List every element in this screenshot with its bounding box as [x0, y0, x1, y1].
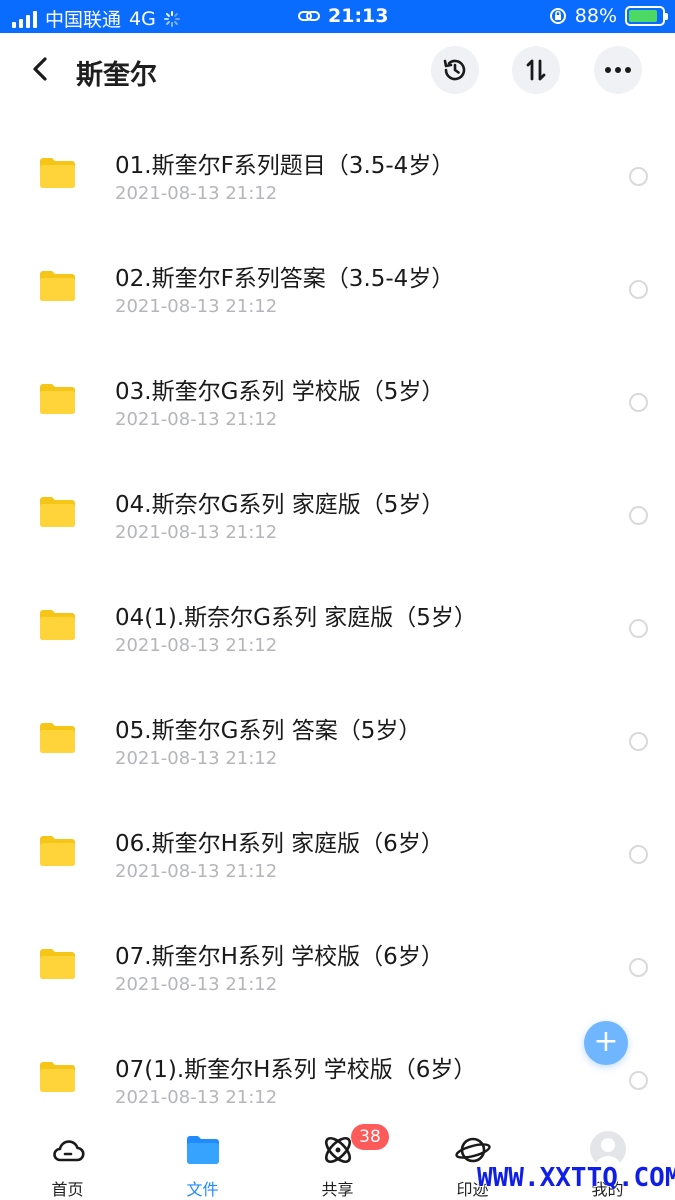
folder-icon	[40, 1062, 75, 1092]
select-radio[interactable]	[629, 1071, 648, 1090]
back-icon	[33, 57, 47, 81]
folder-icon	[40, 384, 75, 414]
rotation-lock-icon	[549, 8, 566, 24]
sort-icon	[526, 59, 546, 81]
file-name: 03.斯奎尔G系列 学校版（5岁）	[115, 379, 445, 405]
status-left: 中国联通 4G	[12, 5, 180, 32]
history-button[interactable]	[431, 46, 479, 94]
loading-icon	[163, 10, 180, 27]
more-icon	[605, 67, 631, 73]
add-fab-button[interactable]: +	[584, 1021, 628, 1065]
sort-button[interactable]	[512, 46, 560, 94]
file-item[interactable]: 01.斯奎尔F系列题目（3.5-4岁） 2021-08-13 21:12	[0, 108, 675, 221]
page-title: 斯奎尔	[76, 60, 157, 91]
link-icon	[298, 11, 320, 21]
file-date: 2021-08-13 21:12	[115, 522, 278, 543]
file-name: 02.斯奎尔F系列答案（3.5-4岁）	[115, 266, 455, 292]
file-item[interactable]: 02.斯奎尔F系列答案（3.5-4岁） 2021-08-13 21:12	[0, 221, 675, 334]
battery-percent: 88%	[574, 5, 617, 27]
file-name: 04(1).斯奈尔G系列 家庭版（5岁）	[115, 605, 477, 631]
select-radio[interactable]	[629, 845, 648, 864]
file-item[interactable]: 03.斯奎尔G系列 学校版（5岁） 2021-08-13 21:12	[0, 334, 675, 447]
select-radio[interactable]	[629, 732, 648, 751]
network-label: 4G	[129, 7, 156, 30]
file-name: 07(1).斯奎尔H系列 学校版（6岁）	[115, 1057, 477, 1083]
avatar-icon	[595, 1138, 621, 1167]
select-radio[interactable]	[629, 280, 648, 299]
file-item[interactable]: 04(1).斯奈尔G系列 家庭版（5岁） 2021-08-13 21:12	[0, 560, 675, 673]
file-date: 2021-08-13 21:12	[115, 974, 278, 995]
nav-label-files: 文件	[186, 1180, 219, 1199]
folder-icon	[40, 610, 75, 640]
folder-icon	[187, 1136, 219, 1164]
folder-icon	[40, 271, 75, 301]
folder-icon	[40, 949, 75, 979]
file-date: 2021-08-13 21:12	[115, 861, 278, 882]
battery-icon	[625, 6, 668, 26]
nav-label-home: 首页	[51, 1180, 84, 1199]
share-badge: 38	[351, 1124, 389, 1150]
watermark: WWW.XXTTQ.COM	[477, 1163, 675, 1193]
file-date: 2021-08-13 21:12	[115, 1087, 278, 1108]
file-name: 05.斯奎尔G系列 答案（5岁）	[115, 718, 422, 744]
select-radio[interactable]	[629, 506, 648, 525]
battery-fill	[629, 10, 658, 22]
history-icon	[443, 59, 466, 81]
file-item[interactable]: 06.斯奎尔H系列 家庭版（6岁） 2021-08-13 21:12	[0, 786, 675, 899]
select-radio[interactable]	[629, 393, 648, 412]
nav-item-home[interactable]: 首页	[0, 1120, 135, 1200]
status-center: 21:13	[298, 5, 388, 27]
file-name: 01.斯奎尔F系列题目（3.5-4岁）	[115, 153, 455, 179]
folder-icon	[40, 497, 75, 527]
status-right: 88%	[549, 5, 668, 27]
file-name: 07.斯奎尔H系列 学校版（6岁）	[115, 944, 444, 970]
file-date: 2021-08-13 21:12	[115, 635, 278, 656]
file-date: 2021-08-13 21:12	[115, 296, 278, 317]
select-radio[interactable]	[629, 619, 648, 638]
file-list: 01.斯奎尔F系列题目（3.5-4岁） 2021-08-13 21:12 02.斯奎…	[0, 108, 675, 1120]
file-date: 2021-08-13 21:12	[115, 409, 278, 430]
file-name: 06.斯奎尔H系列 家庭版（6岁）	[115, 831, 444, 857]
avatar[interactable]	[590, 1131, 626, 1167]
signal-icon	[12, 10, 37, 28]
back-button[interactable]	[22, 51, 58, 87]
select-radio[interactable]	[629, 167, 648, 186]
file-name: 04.斯奈尔G系列 家庭版（5岁）	[115, 492, 445, 518]
header: 斯奎尔	[0, 33, 675, 108]
file-item[interactable]: 07(1).斯奎尔H系列 学校版（6岁） 2021-08-13 21:12	[0, 1012, 675, 1120]
cloud-icon	[53, 1140, 85, 1162]
carrier-label: 中国联通	[45, 9, 122, 31]
more-button[interactable]	[594, 46, 642, 94]
file-date: 2021-08-13 21:12	[115, 183, 278, 204]
file-item[interactable]: 07.斯奎尔H系列 学校版（6岁） 2021-08-13 21:12	[0, 899, 675, 1012]
status-bar: 中国联通 4G 21:13 88%	[0, 0, 675, 33]
clock: 21:13	[328, 5, 389, 27]
nav-item-files[interactable]: 文件	[135, 1120, 270, 1200]
select-radio[interactable]	[629, 958, 648, 977]
folder-icon	[40, 723, 75, 753]
nav-label-share: 共享	[321, 1180, 354, 1199]
file-date: 2021-08-13 21:12	[115, 748, 278, 769]
file-item[interactable]: 04.斯奈尔G系列 家庭版（5岁） 2021-08-13 21:12	[0, 447, 675, 560]
folder-icon	[40, 836, 75, 866]
file-item[interactable]: 05.斯奎尔G系列 答案（5岁） 2021-08-13 21:12	[0, 673, 675, 786]
folder-icon	[40, 158, 75, 188]
